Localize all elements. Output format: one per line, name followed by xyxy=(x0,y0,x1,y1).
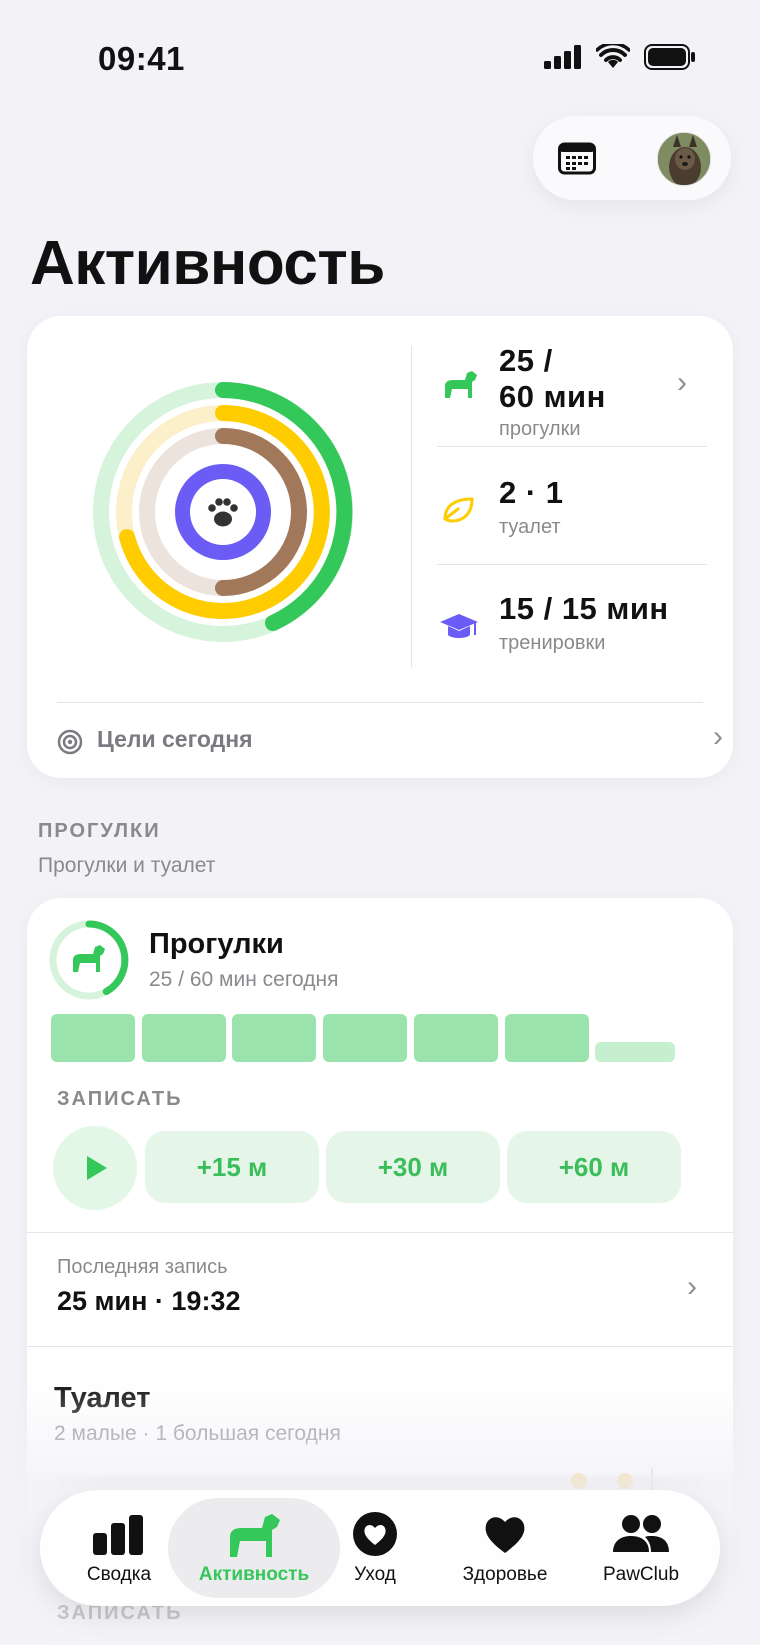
walk-bar xyxy=(323,1014,408,1062)
walk-bar xyxy=(595,1042,676,1062)
tab-health[interactable]: Здоровье xyxy=(440,1498,570,1598)
status-icons xyxy=(544,44,696,70)
goals-separator xyxy=(57,702,703,703)
stat-separator xyxy=(437,564,707,565)
dog-icon xyxy=(73,945,105,972)
wifi-icon xyxy=(596,44,630,68)
add-30-min-button[interactable]: +30 м xyxy=(326,1131,500,1203)
training-stat-row[interactable]: 15 / 15 мин тренировки xyxy=(437,592,707,662)
tab-bar: Сводка Активность Уход Здоровье PawClub xyxy=(40,1490,720,1606)
toilet-event-dot xyxy=(617,1473,633,1489)
start-walk-button[interactable] xyxy=(53,1126,137,1210)
status-bar: 09:41 xyxy=(0,0,760,120)
tab-label: Сводка xyxy=(86,1564,152,1585)
add-60-min-button[interactable]: +60 м xyxy=(507,1131,681,1203)
walks-title: Прогулки xyxy=(149,928,284,960)
people-icon xyxy=(576,1510,706,1558)
tab-pawclub[interactable]: PawClub xyxy=(576,1498,706,1598)
heart-circle-icon xyxy=(310,1510,440,1558)
heart-icon xyxy=(440,1510,570,1558)
last-record-value: 25 мин · 19:32 xyxy=(57,1286,241,1316)
toilet-title: Туалет xyxy=(54,1382,151,1414)
walk-bar xyxy=(51,1014,135,1062)
top-actions-pill xyxy=(533,116,731,200)
graduation-cap-icon xyxy=(437,606,481,650)
tab-summary[interactable]: Сводка xyxy=(54,1498,184,1598)
walks-subtitle: 25 / 60 мин сегодня xyxy=(149,968,339,991)
walks-label: прогулки xyxy=(499,418,581,440)
chevron-right-icon: › xyxy=(687,1270,697,1303)
cellular-signal-icon xyxy=(544,45,581,69)
divider xyxy=(27,1346,733,1347)
leaf-icon xyxy=(437,488,481,532)
activity-rings[interactable] xyxy=(83,372,363,652)
avatar[interactable] xyxy=(657,132,711,186)
training-label: тренировки xyxy=(499,632,606,654)
walk-progress-ring xyxy=(49,920,129,1000)
toilet-value: 2 · 1 xyxy=(499,475,564,510)
page-title: Активность xyxy=(30,229,385,298)
tab-label: Здоровье xyxy=(462,1564,548,1585)
walk-bar xyxy=(504,1014,589,1062)
walk-bar xyxy=(141,1014,226,1062)
walks-value: 25 / xyxy=(499,343,553,378)
toilet-timeline xyxy=(57,1476,703,1486)
section-subheading: Прогулки и туалет xyxy=(38,854,216,877)
status-time: 09:41 xyxy=(98,40,185,77)
toilet-event-dot xyxy=(571,1473,587,1489)
calendar-icon xyxy=(558,142,596,175)
chart-bars-icon xyxy=(54,1510,184,1558)
tab-care[interactable]: Уход xyxy=(310,1498,440,1598)
battery-icon xyxy=(644,44,695,70)
training-value: 15 / 15 мин xyxy=(499,591,669,626)
toilet-stat-row[interactable]: 2 · 1 туалет xyxy=(437,476,707,546)
dog-icon xyxy=(437,364,481,408)
tab-label: PawClub xyxy=(602,1564,680,1585)
chevron-right-icon: › xyxy=(677,366,687,399)
toilet-subtitle: 2 малые · 1 большая сегодня xyxy=(54,1422,341,1445)
target-icon xyxy=(57,729,83,755)
last-record-label: Последняя запись xyxy=(57,1256,228,1278)
section-heading: ПРОГУЛКИ xyxy=(38,820,161,842)
chevron-right-icon: › xyxy=(713,720,723,753)
last-record-row[interactable]: Последняя запись 25 мин · 19:32 › xyxy=(27,1233,733,1345)
walk-bar xyxy=(413,1014,498,1062)
walks-stat-row[interactable]: 25 / 60 мин прогулки › xyxy=(437,343,707,440)
play-icon xyxy=(87,1156,107,1180)
goals-today-row[interactable]: Цели сегодня › xyxy=(57,720,723,766)
walk-bar xyxy=(232,1014,317,1062)
goals-today-label: Цели сегодня xyxy=(97,726,253,752)
toilet-label: туалет xyxy=(499,516,561,538)
stat-separator xyxy=(437,446,707,447)
add-15-min-button[interactable]: +15 м xyxy=(145,1131,319,1203)
dog-photo-icon xyxy=(658,133,710,185)
summary-divider xyxy=(411,346,412,668)
activity-summary-card: 25 / 60 мин прогулки › 2 · 1 туалет 15 /… xyxy=(27,316,733,778)
tab-label: Уход xyxy=(354,1564,396,1585)
walks-value-line2: 60 мин xyxy=(499,379,606,414)
record-label: ЗАПИСАТЬ xyxy=(57,1088,183,1110)
calendar-button[interactable] xyxy=(555,136,599,180)
